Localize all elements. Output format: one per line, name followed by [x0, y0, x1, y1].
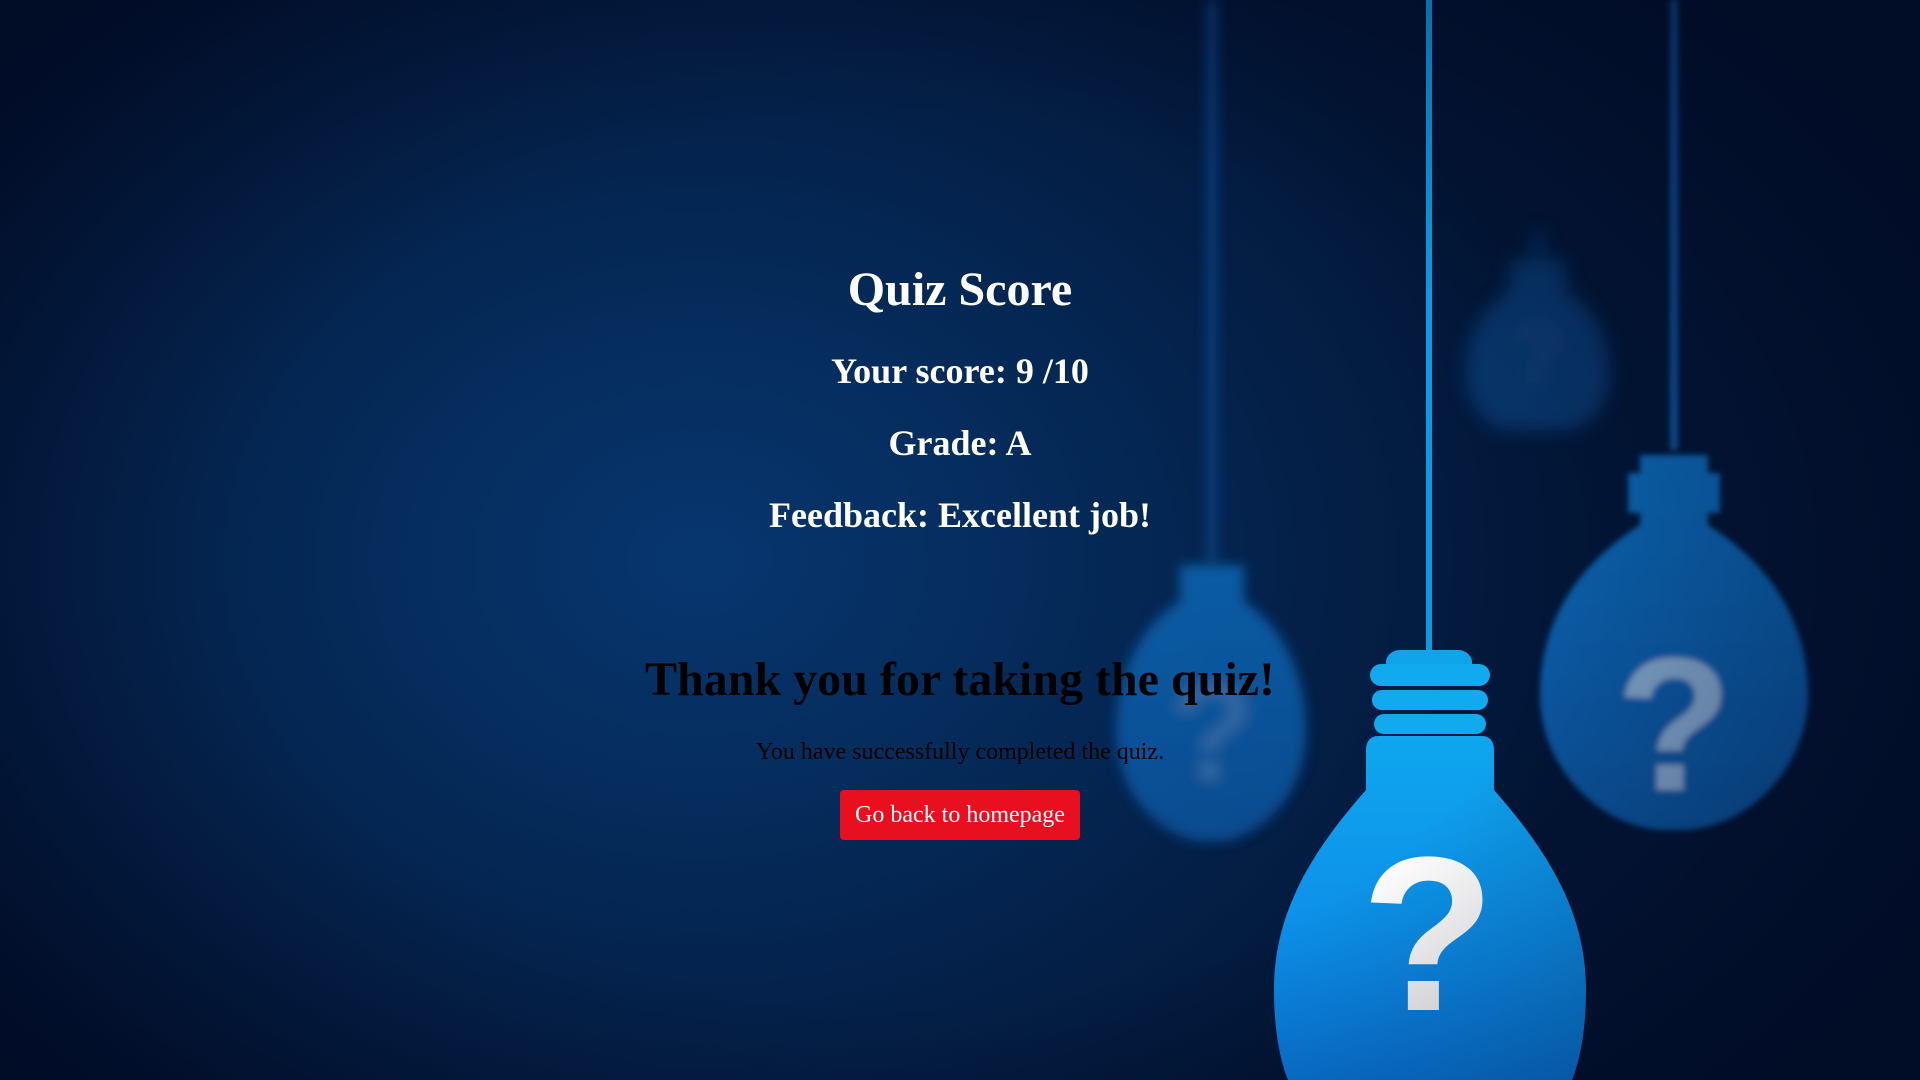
completion-message: You have successfully completed the quiz…	[755, 739, 1165, 765]
quiz-score-title: Quiz Score	[847, 263, 1073, 316]
background-bulbs: ? ? ? ?	[1116, 0, 1808, 1080]
grade-text: Grade: A	[888, 423, 1032, 463]
thank-you-heading: Thank you for taking the quiz!	[645, 653, 1275, 706]
svg-text:?: ?	[1616, 619, 1732, 831]
go-home-button[interactable]: Go back to homepage	[840, 790, 1080, 840]
main-bulb-icon: ?	[1274, 0, 1586, 1080]
feedback-text: Feedback: Excellent job!	[769, 495, 1151, 535]
svg-text:?: ?	[1361, 811, 1495, 1057]
far-bulb-icon: ?	[1466, 230, 1610, 430]
score-text: Your score: 9 /10	[831, 351, 1089, 391]
